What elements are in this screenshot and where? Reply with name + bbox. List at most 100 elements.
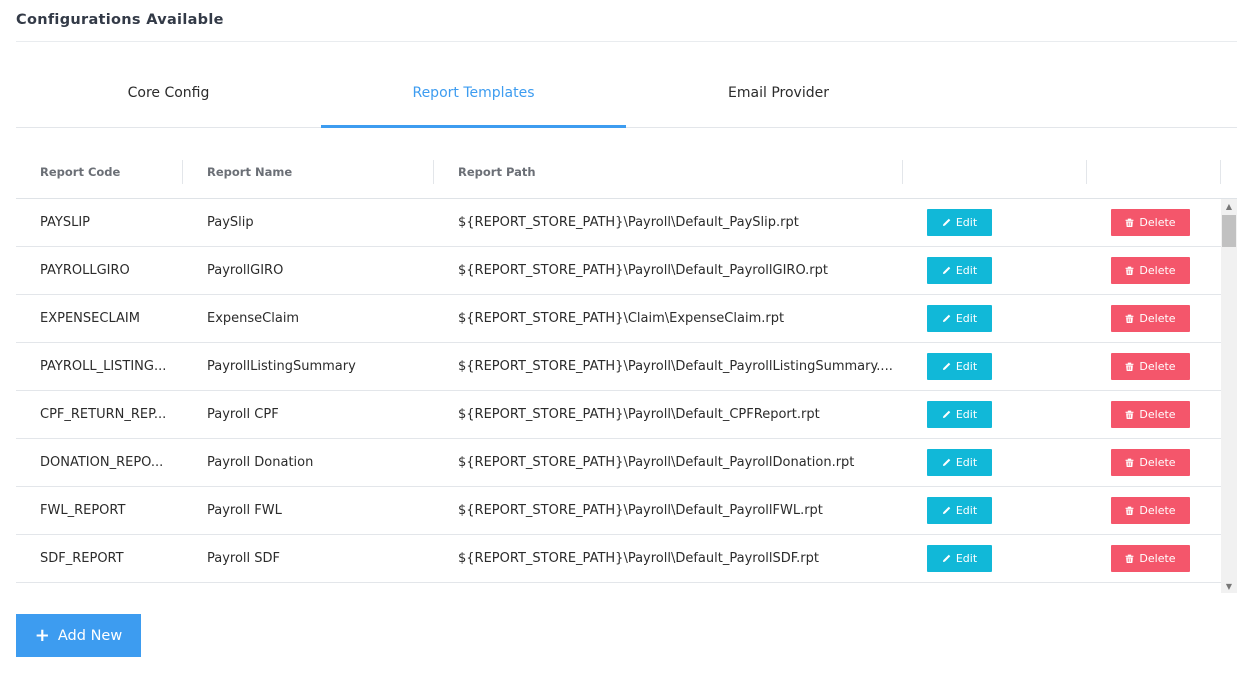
scroll-thumb[interactable] [1222, 215, 1236, 247]
cell-report-code: PAYROLL_LISTING... [40, 359, 167, 374]
cell-report-path: ${REPORT_STORE_PATH}\Payroll\Default_Pay… [458, 503, 823, 518]
column-header-report-code[interactable]: Report Code [40, 160, 120, 184]
add-new-label: Add New [57, 627, 123, 644]
cell-report-path: ${REPORT_STORE_PATH}\Claim\ExpenseClaim.… [458, 311, 785, 326]
edit-button[interactable]: Edit [927, 353, 992, 380]
report-templates-table: PAYSLIP PaySlip ${REPORT_STORE_PATH}\Payro… [16, 199, 1237, 593]
pencil-icon [942, 218, 951, 227]
edit-label: Edit [955, 264, 978, 277]
cell-report-code: EXPENSECLAIM [40, 311, 140, 326]
table-row[interactable]: CPF_RETURN_REP... Payroll CPF ${REPORT_STO… [16, 391, 1221, 439]
edit-label: Edit [955, 408, 978, 421]
pencil-icon [942, 410, 951, 419]
cell-report-name: Payroll SDF [207, 551, 281, 566]
edit-button[interactable]: Edit [927, 209, 992, 236]
cell-report-name: Payroll CPF [207, 407, 279, 422]
table-row[interactable]: SDF_REPORT Payroll SDF ${REPORT_STORE_PATH… [16, 535, 1221, 583]
column-header-report-name[interactable]: Report Name [207, 160, 292, 184]
column-divider[interactable] [1086, 160, 1087, 184]
delete-button[interactable]: Delete [1111, 353, 1190, 380]
edit-button[interactable]: Edit [927, 449, 992, 476]
delete-label: Delete [1139, 504, 1176, 517]
edit-label: Edit [955, 456, 978, 469]
cell-report-code: PAYSLIP [40, 215, 91, 230]
cell-report-name: Payroll Donation [207, 455, 314, 470]
table-row[interactable]: FWL_REPORT Payroll FWL ${REPORT_STORE_PATH… [16, 487, 1221, 535]
tab-report-templates[interactable]: Report Templates [321, 72, 626, 128]
edit-label: Edit [955, 216, 978, 229]
delete-label: Delete [1139, 360, 1176, 373]
edit-button[interactable]: Edit [927, 401, 992, 428]
table-row[interactable]: PAYROLLGIRO PayrollGIRO ${REPORT_STORE_PAT… [16, 247, 1221, 295]
delete-label: Delete [1139, 264, 1176, 277]
edit-label: Edit [955, 360, 978, 373]
delete-button[interactable]: Delete [1111, 401, 1190, 428]
cell-report-code: FWL_REPORT [40, 503, 126, 518]
edit-label: Edit [955, 312, 978, 325]
plus-icon: + [34, 624, 50, 646]
cell-report-name: ExpenseClaim [207, 311, 300, 326]
delete-button[interactable]: Delete [1111, 257, 1190, 284]
cell-report-path: ${REPORT_STORE_PATH}\Payroll\Default_CPF… [458, 407, 820, 422]
table-header: Report Code Report Name Report Path [16, 146, 1237, 199]
delete-label: Delete [1139, 456, 1176, 469]
edit-button[interactable]: Edit [927, 545, 992, 572]
trash-icon [1125, 314, 1134, 323]
pencil-icon [942, 506, 951, 515]
pencil-icon [942, 314, 951, 323]
edit-label: Edit [955, 552, 978, 565]
edit-button[interactable]: Edit [927, 257, 992, 284]
trash-icon [1125, 458, 1134, 467]
trash-icon [1125, 410, 1134, 419]
trash-icon [1125, 266, 1134, 275]
cell-report-code: PAYROLLGIRO [40, 263, 130, 278]
trash-icon [1125, 362, 1134, 371]
table-row[interactable]: PAYSLIP PaySlip ${REPORT_STORE_PATH}\Payro… [16, 199, 1221, 247]
delete-button[interactable]: Delete [1111, 545, 1190, 572]
delete-button[interactable]: Delete [1111, 449, 1190, 476]
edit-label: Edit [955, 504, 978, 517]
cell-report-path: ${REPORT_STORE_PATH}\Payroll\Default_Pay… [458, 215, 799, 230]
column-header-report-path[interactable]: Report Path [458, 160, 536, 184]
scroll-up-arrow-icon[interactable]: ▲ [1221, 199, 1237, 213]
table-row[interactable]: EXPENSECLAIM ExpenseClaim ${REPORT_STORE_P… [16, 295, 1221, 343]
pencil-icon [942, 362, 951, 371]
add-new-button[interactable]: + Add New [16, 614, 141, 657]
cell-report-name: PayrollGIRO [207, 263, 284, 278]
pencil-icon [942, 266, 951, 275]
cell-report-name: Payroll FWL [207, 503, 282, 518]
cell-report-path: ${REPORT_STORE_PATH}\Payroll\Default_Pay… [458, 263, 828, 278]
cell-report-code: SDF_REPORT [40, 551, 124, 566]
cell-report-name: PaySlip [207, 215, 254, 230]
table-row[interactable]: DONATION_REPO... Payroll Donation ${REPORT… [16, 439, 1221, 487]
pencil-icon [942, 458, 951, 467]
delete-button[interactable]: Delete [1111, 497, 1190, 524]
trash-icon [1125, 218, 1134, 227]
cell-report-path: ${REPORT_STORE_PATH}\Payroll\Default_Pay… [458, 455, 855, 470]
delete-label: Delete [1139, 408, 1176, 421]
cell-report-code: DONATION_REPO... [40, 455, 164, 470]
column-divider[interactable] [1220, 160, 1221, 184]
pencil-icon [942, 554, 951, 563]
delete-label: Delete [1139, 552, 1176, 565]
trash-icon [1125, 554, 1134, 563]
column-divider[interactable] [182, 160, 183, 184]
tab-core-config[interactable]: Core Config [16, 72, 321, 127]
column-divider[interactable] [902, 160, 903, 184]
trash-icon [1125, 506, 1134, 515]
cell-report-path: ${REPORT_STORE_PATH}\Payroll\Default_Pay… [458, 551, 819, 566]
delete-button[interactable]: Delete [1111, 305, 1190, 332]
cell-report-path: ${REPORT_STORE_PATH}\Payroll\Default_Pay… [458, 359, 893, 374]
scroll-down-arrow-icon[interactable]: ▼ [1221, 579, 1237, 593]
delete-label: Delete [1139, 312, 1176, 325]
edit-button[interactable]: Edit [927, 497, 992, 524]
page-title: Configurations Available [16, 12, 224, 28]
title-divider [16, 41, 1237, 42]
delete-button[interactable]: Delete [1111, 209, 1190, 236]
column-divider[interactable] [433, 160, 434, 184]
tab-email-provider[interactable]: Email Provider [626, 72, 931, 127]
table-scrollbar[interactable]: ▲ ▼ [1221, 199, 1237, 593]
table-row[interactable]: PAYROLL_LISTING... PayrollListingSummary $… [16, 343, 1221, 391]
config-tabs: Core Config Report Templates Email Provi… [16, 72, 1237, 128]
edit-button[interactable]: Edit [927, 305, 992, 332]
